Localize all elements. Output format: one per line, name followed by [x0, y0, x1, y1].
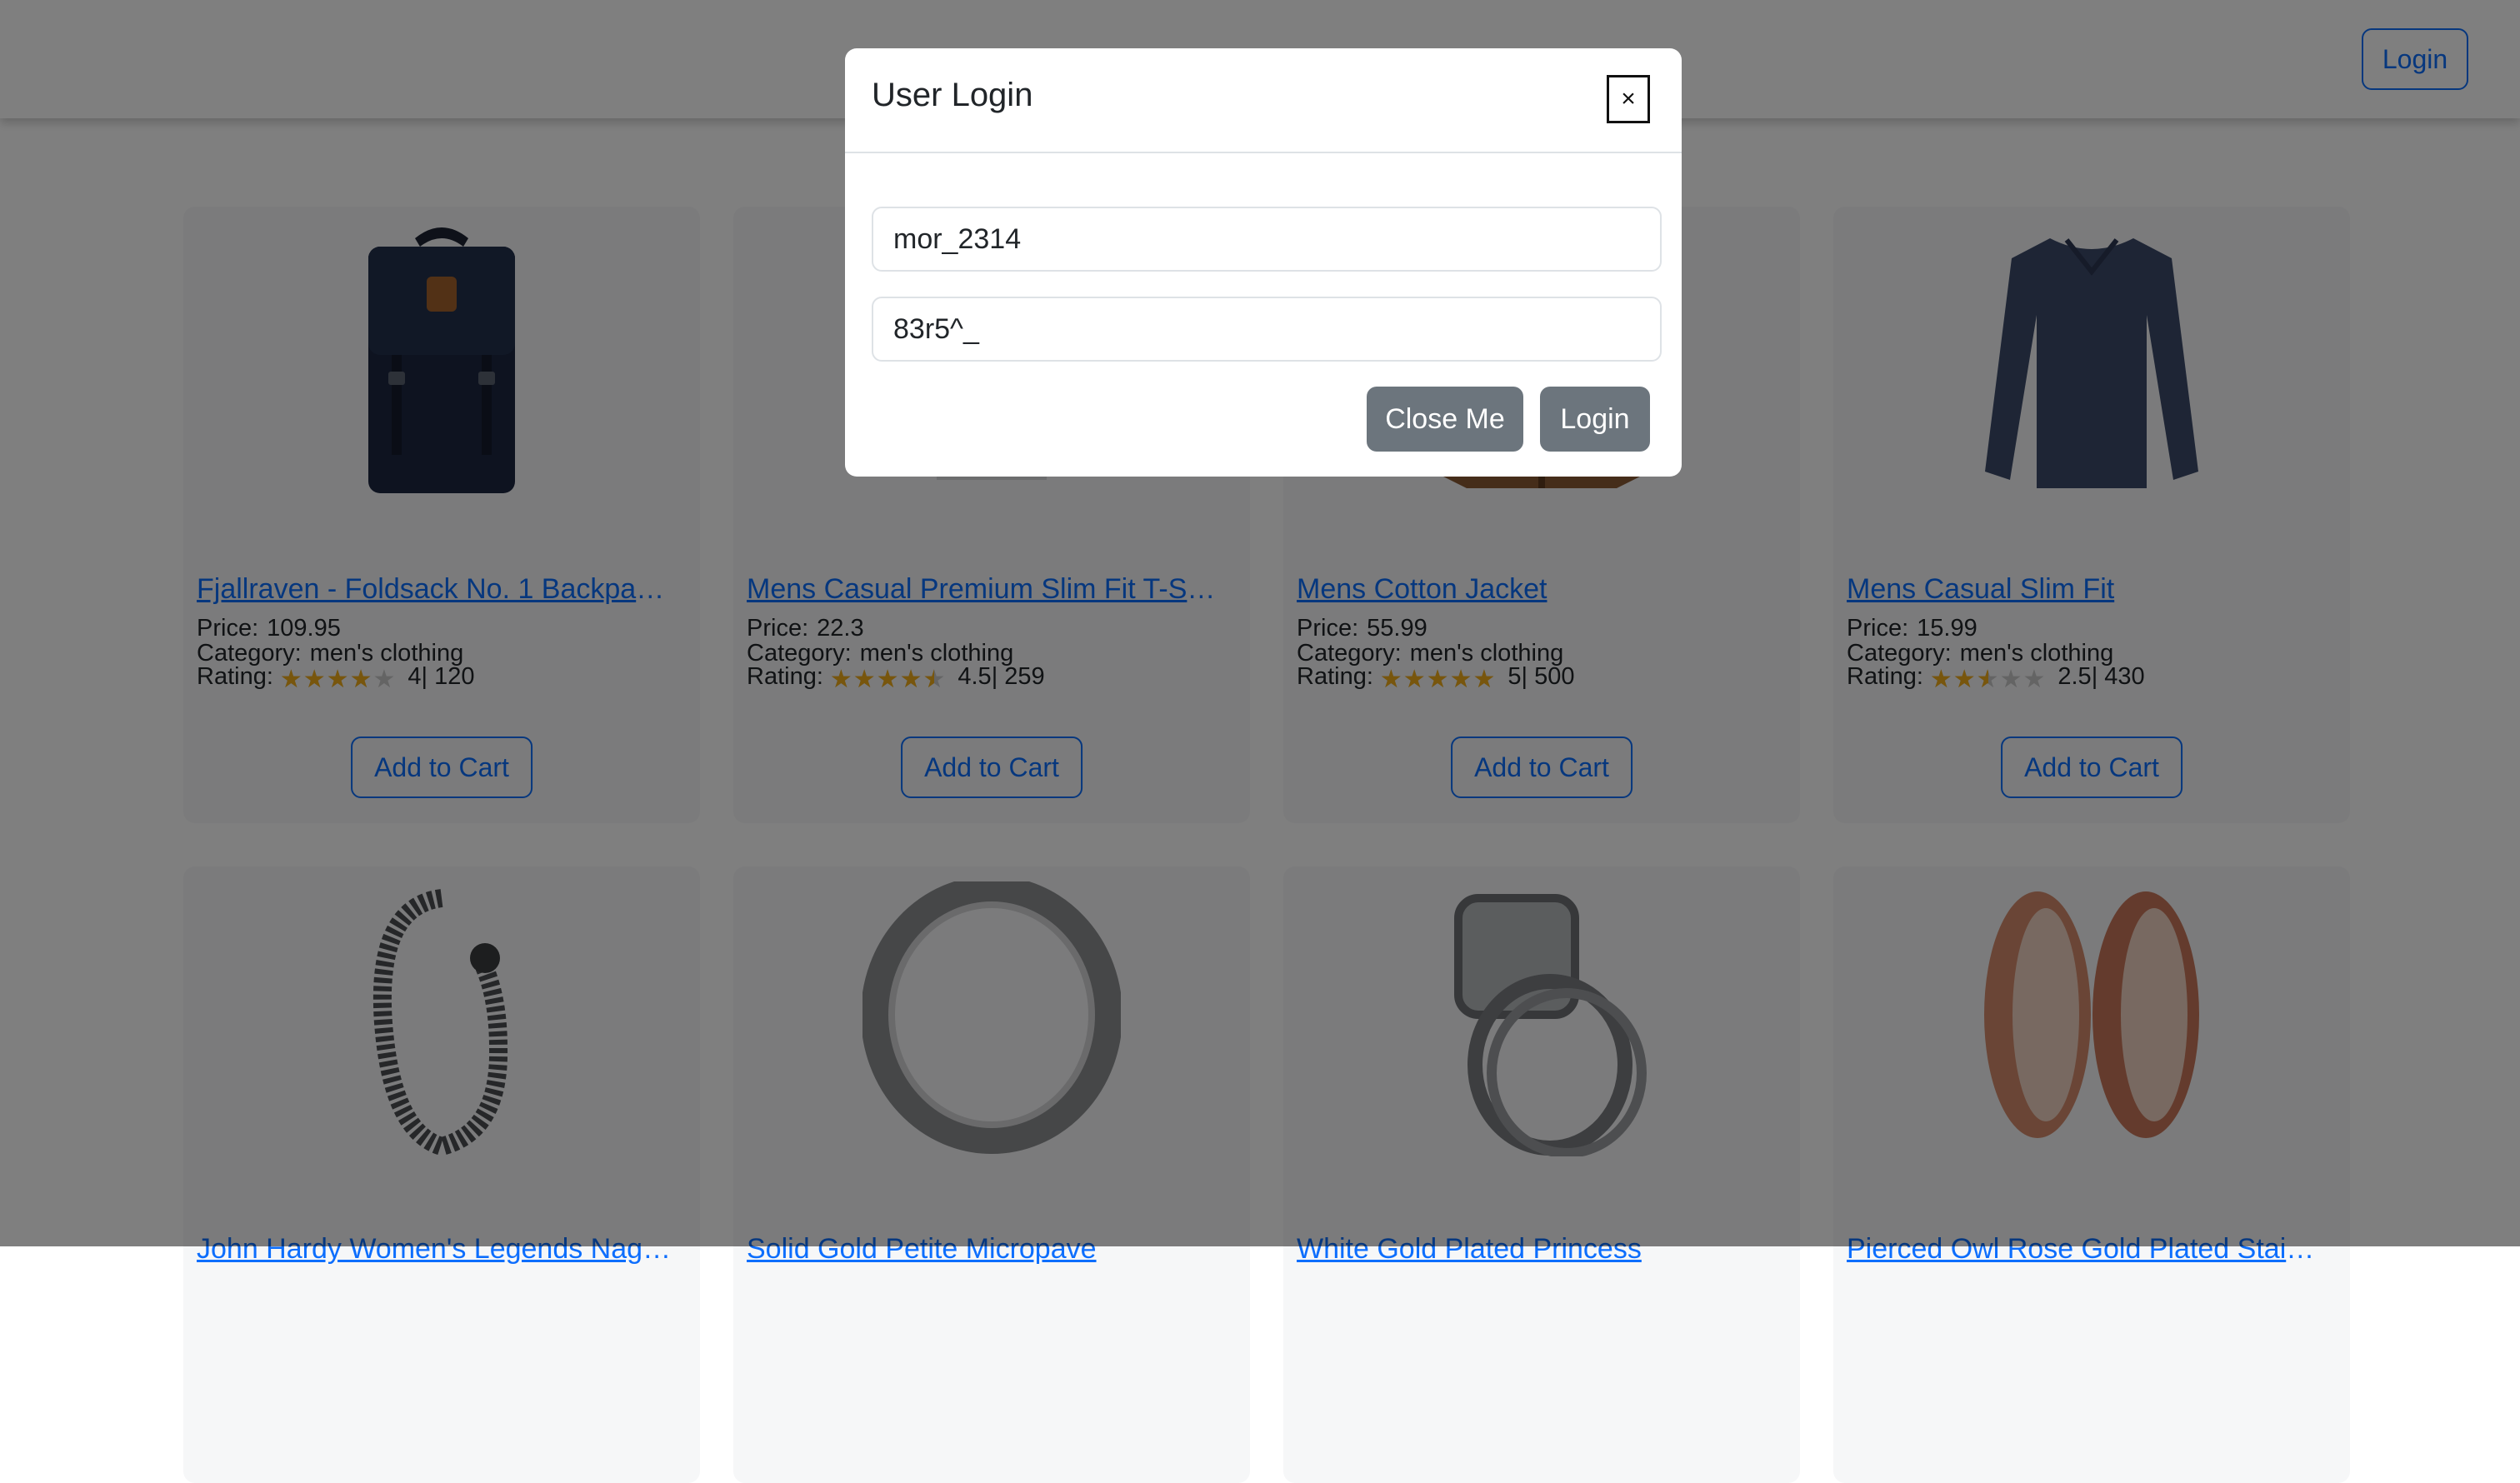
password-input[interactable] [872, 297, 1662, 362]
close-me-button[interactable]: Close Me [1367, 387, 1523, 452]
username-input[interactable] [872, 207, 1662, 272]
close-icon[interactable]: × [1607, 75, 1650, 123]
modal-login-button[interactable]: Login [1540, 387, 1650, 452]
modal-title: User Login [872, 77, 1033, 113]
login-modal: User Login × Close Me Login [845, 48, 1682, 477]
modal-header: User Login × [845, 48, 1682, 153]
